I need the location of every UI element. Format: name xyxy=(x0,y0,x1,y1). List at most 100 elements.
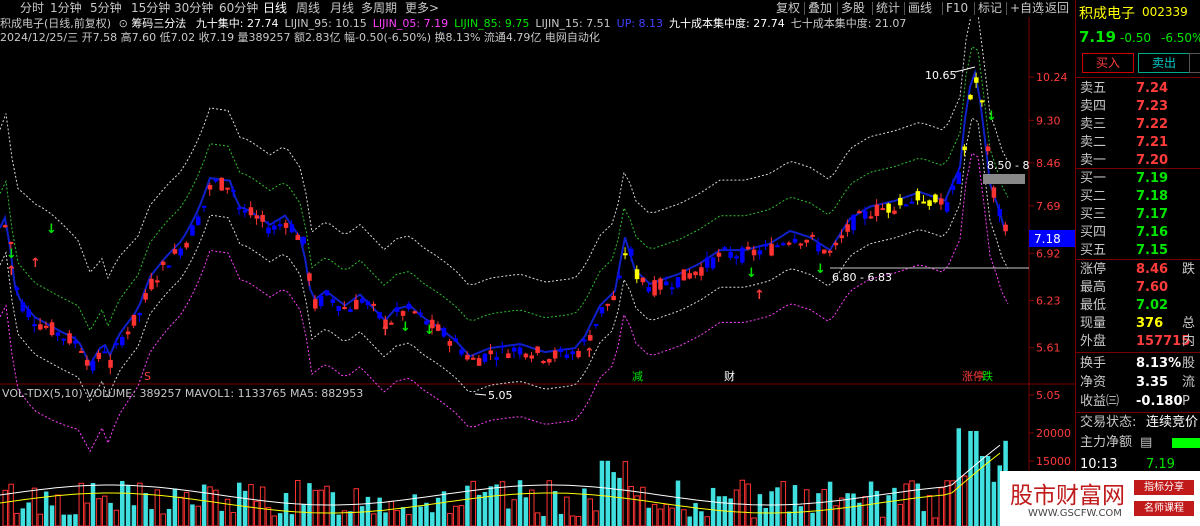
candle-body xyxy=(985,146,991,152)
toolbar-button[interactable]: 统计 xyxy=(876,0,900,16)
quote-row: 买四 7.16 xyxy=(1080,225,1169,240)
candle-body xyxy=(476,358,482,366)
chart-area[interactable]: 积成电子(日线,前复权) ⊙ 筹码三分法 九十集中: 27.74 LIJIN_95… xyxy=(0,17,1075,526)
period-tab[interactable]: 15分钟 xyxy=(131,0,170,16)
watermark-logo: 股市财富网 WWW.GSCFW.COM 指标分享 名师课程 xyxy=(1000,471,1200,526)
candle-body xyxy=(728,251,733,258)
candle-body xyxy=(90,360,96,371)
volume-bar xyxy=(569,515,576,526)
candle-body xyxy=(447,340,453,346)
period-tab[interactable]: 5分钟 xyxy=(90,0,122,16)
signal-arrow-icon: ↑ xyxy=(380,324,391,339)
volume-bar xyxy=(763,507,768,526)
candle-body xyxy=(705,257,710,268)
list-icon[interactable]: ▤ xyxy=(1140,434,1152,452)
volume-bar xyxy=(657,508,664,526)
period-tab[interactable]: 30分钟 xyxy=(174,0,213,16)
toolbar-button[interactable]: 画线 xyxy=(908,0,932,16)
volume-bar xyxy=(687,516,692,526)
candle-body xyxy=(8,242,14,245)
volume-bar xyxy=(108,502,113,526)
candle-body xyxy=(640,277,646,283)
period-tab[interactable]: 更多> xyxy=(405,0,439,16)
candle-body xyxy=(558,348,564,353)
toolbar-button[interactable]: 叠加 xyxy=(808,0,832,16)
candle-body xyxy=(962,146,967,151)
candle-body xyxy=(172,249,178,254)
candle-body xyxy=(716,252,722,257)
volume-bar xyxy=(67,514,72,526)
period-tab[interactable]: 月线 xyxy=(330,0,354,16)
candle-body xyxy=(254,215,260,219)
candle-body xyxy=(699,267,704,276)
buy-button[interactable]: 买入 xyxy=(1082,53,1134,73)
volume-bar xyxy=(534,512,541,526)
candle-body xyxy=(143,293,148,300)
toolbar-button[interactable]: 复权 xyxy=(776,0,800,16)
period-tab[interactable]: 分时 xyxy=(20,0,44,16)
candle-body xyxy=(605,303,611,306)
toolbar-button[interactable]: +自选 xyxy=(1010,0,1044,16)
last-price: 7.19 xyxy=(1079,28,1117,46)
candle-body xyxy=(997,209,1002,217)
volume-bar xyxy=(254,500,260,526)
kline-svg[interactable]: 10.24 9.30 8.46 7.69 6.92 6.23 5.61 5.05 ↓ ↓ ↑ ↑ ↑ ↓ ↓… xyxy=(0,17,1075,526)
candle-body xyxy=(365,301,371,306)
panel-menu-button[interactable] xyxy=(1189,53,1200,73)
candle-body xyxy=(511,347,517,352)
candle-body xyxy=(500,345,505,348)
candle-body xyxy=(529,355,534,359)
quote-row: 买二 7.18 xyxy=(1080,189,1169,204)
event-marker: 减 xyxy=(632,370,643,383)
period-tab[interactable]: 周线 xyxy=(296,0,320,16)
candle-body xyxy=(494,357,499,360)
toolbar-button[interactable]: 返回 xyxy=(1045,0,1069,16)
volume-bar xyxy=(96,498,102,526)
upper-band-white xyxy=(0,17,1009,286)
volume-bar xyxy=(541,516,546,526)
volume-bar xyxy=(183,491,190,526)
candle-body xyxy=(535,346,540,354)
volume-bar xyxy=(517,480,523,526)
signal-arrow-icon: ↓ xyxy=(986,109,997,124)
toolbar-button[interactable]: 多股 xyxy=(841,0,865,16)
candle-body xyxy=(43,325,49,328)
candle-body xyxy=(892,210,897,214)
toolbar-button[interactable]: F10 xyxy=(946,0,968,16)
candle-body xyxy=(465,355,470,360)
volume-bar xyxy=(101,495,108,526)
volume-bar xyxy=(388,500,395,526)
toolbar-button[interactable]: 标记 xyxy=(978,0,1002,16)
candle-body xyxy=(79,350,84,353)
trade-state-value: 连续竞价 xyxy=(1146,415,1199,430)
candle-body xyxy=(786,242,792,245)
quote-row: 现量 376 总 xyxy=(1080,316,1196,331)
volume-bar xyxy=(371,513,377,526)
candle-body xyxy=(283,222,289,228)
candle-body xyxy=(506,353,511,358)
candle-body xyxy=(114,343,119,346)
high-pointer xyxy=(954,66,976,73)
signal-arrow-icon: ↓ xyxy=(815,262,826,277)
watermark-tag2: 名师课程 xyxy=(1134,501,1194,516)
quote-row: 收益㈢ -0.180 P xyxy=(1080,394,1190,409)
candle-body xyxy=(921,201,926,204)
volume-bar xyxy=(991,481,997,526)
lower-band-white xyxy=(0,117,1009,403)
period-tab[interactable]: 60分钟 xyxy=(219,0,258,16)
period-tab[interactable]: 多周期 xyxy=(361,0,397,16)
volume-bar xyxy=(277,513,283,526)
candle-body xyxy=(207,185,213,190)
volume-bar xyxy=(259,486,266,526)
candle-body xyxy=(196,216,201,226)
candle-body xyxy=(810,234,815,237)
period-tab[interactable]: 1分钟 xyxy=(50,0,82,16)
period-tab[interactable]: 日线 xyxy=(263,0,287,16)
candle-body xyxy=(400,310,406,316)
candle-body xyxy=(898,197,903,206)
candle-body xyxy=(277,224,283,227)
volume-bar xyxy=(903,483,909,526)
candle-body xyxy=(377,312,382,319)
sell-button[interactable]: 卖出 xyxy=(1138,53,1190,73)
volume-bar xyxy=(195,505,202,526)
